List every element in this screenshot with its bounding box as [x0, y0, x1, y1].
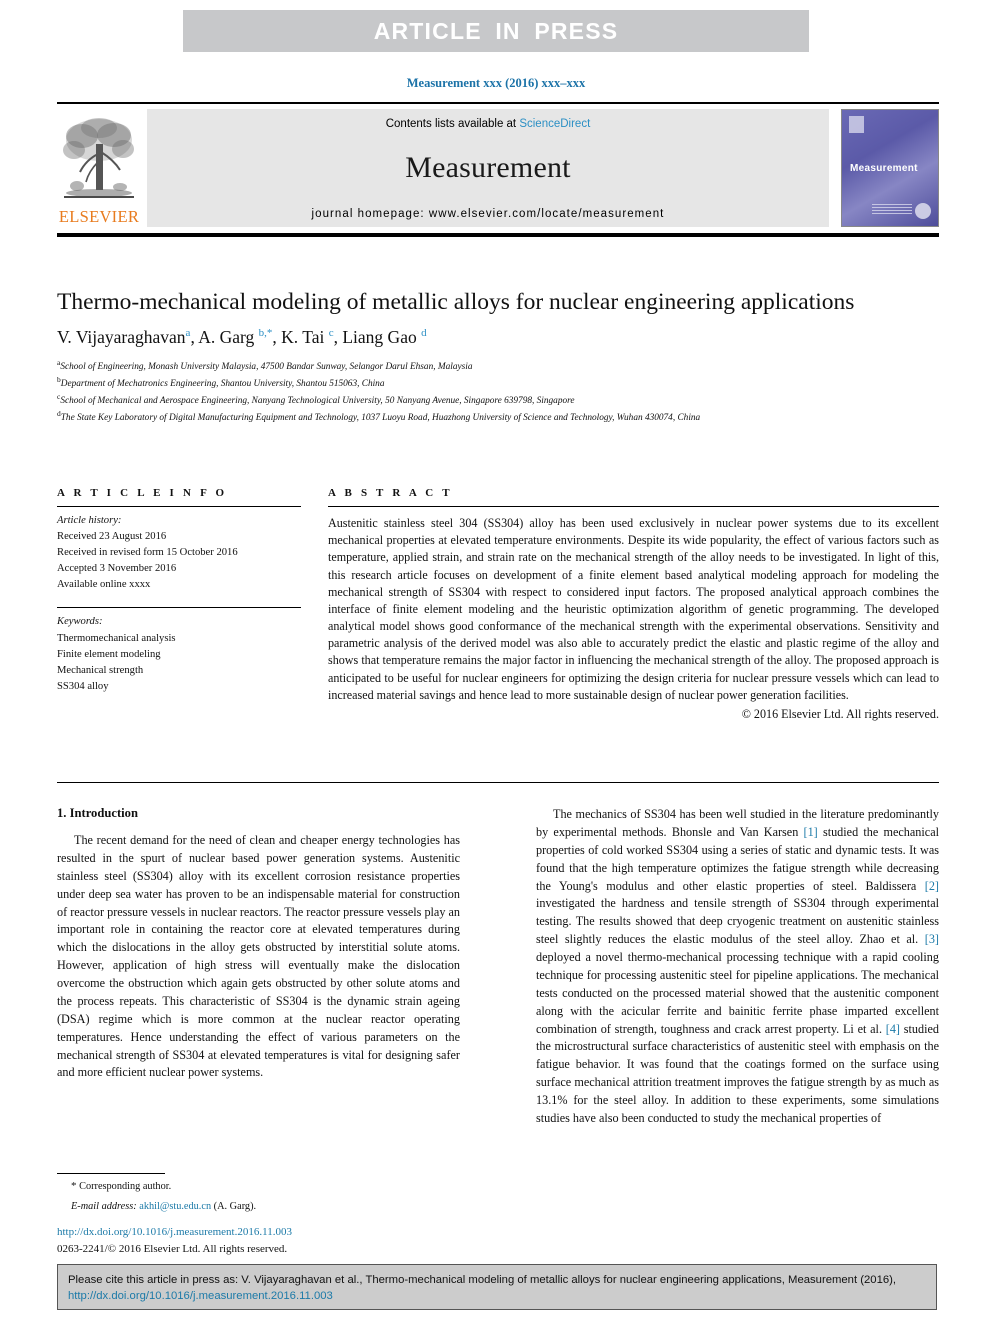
author-affiliation-marker[interactable]: c — [329, 327, 334, 339]
affiliation-text: Department of Mechatronics Engineering, … — [60, 378, 385, 389]
intro-paragraph-left: The recent demand for the need of clean … — [57, 833, 460, 1080]
keyword-item: Finite element modeling — [57, 648, 161, 660]
abstract-rule — [328, 506, 939, 507]
article-info-rule — [57, 506, 301, 507]
article-history-item: Accepted 3 November 2016 — [57, 563, 177, 575]
body-left-column: 1. Introduction The recent demand for th… — [57, 806, 460, 1128]
contents-lists-line: Contents lists available at ScienceDirec… — [386, 118, 591, 130]
issn-copyright-line: 0263-2241/© 2016 Elsevier Ltd. All right… — [57, 1242, 288, 1255]
elsevier-wordmark: ELSEVIER — [58, 207, 140, 226]
article-in-press-label: ARTICLE IN PRESS — [373, 17, 619, 44]
email-label: E-mail address: — [71, 1200, 137, 1212]
sciencedirect-link[interactable]: ScienceDirect — [519, 118, 590, 130]
author-affiliation-marker[interactable]: d — [421, 327, 427, 339]
masthead-center-panel: Contents lists available at ScienceDirec… — [147, 109, 829, 227]
article-info-heading: A R T I C L E I N F O — [57, 487, 228, 499]
info-abstract-region: A R T I C L E I N F O Article history: R… — [57, 487, 939, 722]
section-heading-introduction: 1. Introduction — [57, 806, 138, 820]
intro-paragraph-right: The mechanics of SS304 has been well stu… — [536, 806, 939, 1128]
affiliation-item: aSchool of Engineering, Monash Universit… — [57, 357, 939, 374]
email-link[interactable]: akhil@stu.edu.cn — [139, 1201, 211, 1212]
masthead-top-rule — [57, 102, 939, 104]
keywords-rule — [57, 607, 301, 609]
article-history-item: Available online xxxx — [57, 579, 151, 591]
affiliation-item: bDepartment of Mechatronics Engineering,… — [57, 374, 939, 391]
column-gap — [301, 487, 328, 722]
page-title: Thermo-mechanical modeling of metallic a… — [57, 289, 855, 315]
journal-running-head: Measurement xxx (2016) xxx–xxx — [406, 76, 586, 90]
abstract-heading: A B S T R A C T — [328, 487, 453, 499]
keyword-item: SS304 alloy — [57, 680, 109, 692]
author-list: V. Vijayaraghavana, A. Garg b,*, K. Tai … — [57, 326, 427, 347]
journal-title: Measurement — [405, 151, 571, 184]
email-note: E-mail address: akhil@stu.edu.cn (A. Gar… — [57, 1199, 460, 1214]
article-history-item: Received in revised form 15 October 2016 — [57, 547, 238, 559]
keywords-label: Keywords: — [57, 616, 103, 628]
article-info-column: A R T I C L E I N F O Article history: R… — [57, 487, 301, 722]
asterisk-icon: * — [71, 1180, 77, 1192]
contents-lists-prefix: Contents lists available at — [385, 118, 520, 130]
author-name: V. Vijayaraghavan — [57, 326, 186, 347]
body-column-gap — [460, 806, 536, 1128]
abstract-text: Austenitic stainless steel 304 (SS304) a… — [328, 516, 939, 702]
elsevier-logo: ELSEVIER — [57, 109, 147, 227]
footnote-rule — [57, 1173, 165, 1174]
author-name: A. Garg — [198, 326, 255, 347]
affiliation-text: School of Engineering, Monash University… — [60, 361, 473, 372]
cover-decorative-lines — [872, 204, 912, 218]
abstract-column: A B S T R A C T Austenitic stainless ste… — [328, 487, 939, 722]
cite-this-article-box: Please cite this article in press as: V.… — [57, 1264, 937, 1310]
cover-badge-icon — [915, 203, 931, 219]
citation-ref-4[interactable]: [4] — [886, 1022, 900, 1036]
cover-elsevier-mark-icon — [849, 116, 864, 133]
masthead-bottom-rule — [57, 233, 939, 237]
article-history-item: Received 23 August 2016 — [57, 531, 167, 543]
affiliation-list: aSchool of Engineering, Monash Universit… — [57, 357, 939, 426]
corresponding-author-text: Corresponding author. — [79, 1181, 172, 1192]
cite-text-prefix: Please cite this article in press as: V.… — [68, 1274, 897, 1286]
doi-link[interactable]: http://dx.doi.org/10.1016/j.measurement.… — [57, 1224, 487, 1241]
article-in-press-banner: ARTICLE IN PRESS — [183, 10, 809, 52]
article-history-label: Article history: — [57, 515, 122, 526]
body-right-column: The mechanics of SS304 has been well stu… — [536, 806, 939, 1128]
citation-ref-2[interactable]: [2] — [925, 879, 939, 893]
footnote-block: * Corresponding author. E-mail address: … — [57, 1173, 460, 1214]
cite-text: Please cite this article in press as: V.… — [68, 1272, 926, 1305]
cover-journal-title: Measurement — [850, 163, 918, 175]
email-suffix: (A. Garg). — [213, 1200, 257, 1212]
article-history-block: Article history: Received 23 August 2016… — [57, 513, 301, 593]
citation-ref-1[interactable]: [1] — [804, 825, 818, 839]
corresponding-author-note: * Corresponding author. — [57, 1178, 460, 1195]
journal-masthead: ELSEVIER Contents lists available at Sci… — [57, 102, 939, 237]
keywords-block: Keywords: Thermomechanical analysis Fini… — [57, 614, 301, 694]
text-run: deployed a novel thermo-mechanical proce… — [536, 950, 939, 1036]
affiliation-item: cSchool of Mechanical and Aerospace Engi… — [57, 391, 939, 408]
title-block: Thermo-mechanical modeling of metallic a… — [57, 288, 939, 426]
author-affiliation-marker[interactable]: a — [186, 327, 191, 339]
text-run: investigated the hardness and tensile st… — [536, 896, 939, 947]
body-columns: 1. Introduction The recent demand for th… — [57, 806, 939, 1128]
affiliation-text: The State Key Laboratory of Digital Manu… — [60, 413, 701, 424]
keyword-item: Thermomechanical analysis — [57, 632, 176, 644]
publication-info: http://dx.doi.org/10.1016/j.measurement.… — [57, 1224, 487, 1257]
text-run: studied the microstructural surface char… — [536, 1021, 939, 1125]
journal-homepage-line[interactable]: journal homepage: www.elsevier.com/locat… — [312, 208, 665, 220]
abstract-copyright: © 2016 Elsevier Ltd. All rights reserved… — [741, 706, 939, 721]
citation-ref-3[interactable]: [3] — [925, 932, 939, 946]
affiliation-text: School of Mechanical and Aerospace Engin… — [60, 396, 575, 407]
cite-doi-link[interactable]: http://dx.doi.org/10.1016/j.measurement.… — [68, 1290, 333, 1302]
author-affiliation-marker[interactable]: b,* — [259, 327, 273, 339]
keyword-item: Mechanical strength — [57, 664, 144, 676]
author-name: K. Tai — [281, 326, 325, 347]
affiliation-item: dThe State Key Laboratory of Digital Man… — [57, 408, 939, 425]
journal-cover-thumbnail: Measurement — [841, 109, 939, 227]
elsevier-tree-icon — [63, 118, 134, 198]
author-name: Liang Gao — [342, 326, 417, 347]
body-separator-rule — [57, 782, 939, 783]
